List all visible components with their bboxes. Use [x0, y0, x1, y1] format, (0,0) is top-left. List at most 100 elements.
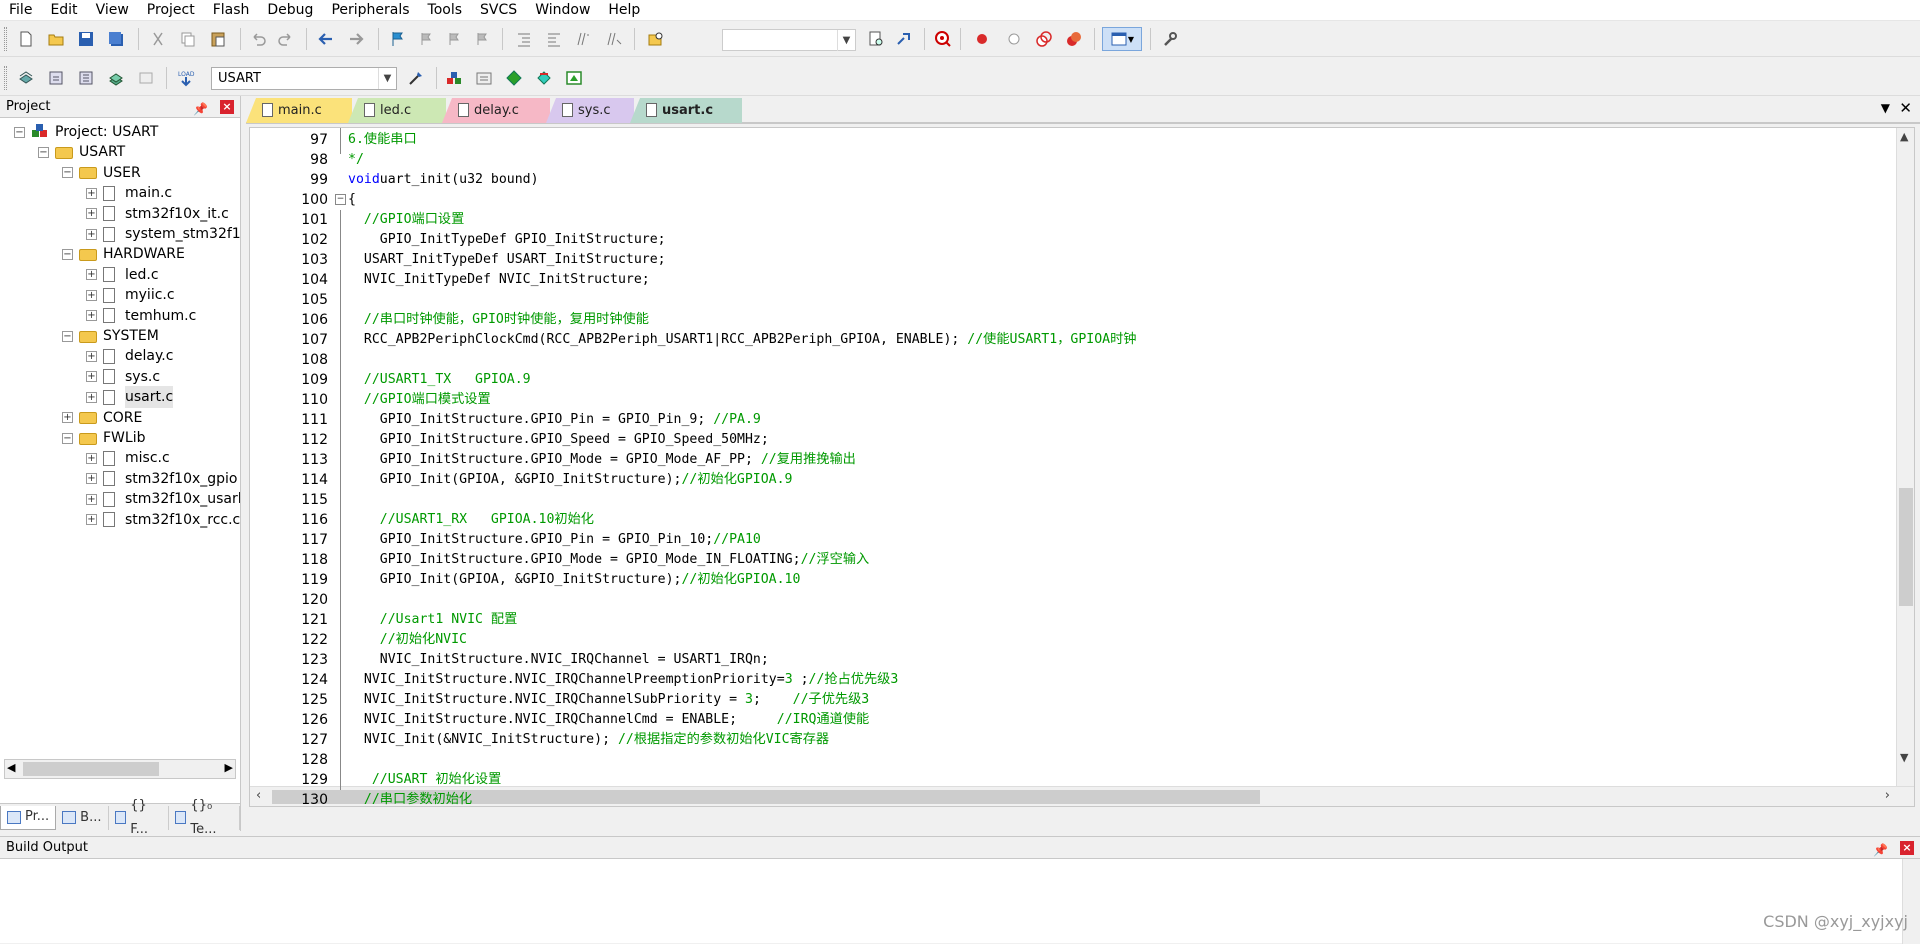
pin-icon[interactable]: 📌	[1873, 839, 1888, 861]
tree-folder[interactable]: − HARDWARE	[62, 243, 185, 265]
code-line[interactable]: GPIO_InitStructure.GPIO_Speed = GPIO_Spe…	[348, 430, 769, 450]
scrollbar-thumb[interactable]	[23, 762, 159, 776]
cut-icon[interactable]	[146, 27, 170, 51]
scroll-right-icon[interactable]: ▶	[225, 761, 233, 774]
tree-file[interactable]: + myiic.c	[86, 284, 175, 306]
debug-session-icon[interactable]	[931, 27, 955, 51]
editor-tab[interactable]: usart.c	[630, 98, 742, 123]
editor-tab[interactable]: delay.c	[442, 98, 550, 123]
code-line[interactable]: NVIC_InitStructure.NVIC_IRQChannelPreemp…	[348, 670, 898, 690]
code-line[interactable]: //USART 初始化设置	[348, 770, 501, 790]
expand-icon[interactable]: +	[86, 493, 97, 505]
stop-build-icon[interactable]	[134, 66, 158, 90]
expand-icon[interactable]: +	[86, 310, 97, 322]
select-packs-icon[interactable]	[502, 66, 526, 90]
toolbar-grip[interactable]	[4, 66, 7, 90]
code-line[interactable]: GPIO_InitStructure.GPIO_Pin = GPIO_Pin_9…	[348, 410, 761, 430]
find-combo[interactable]: ▼	[722, 29, 856, 51]
code-line[interactable]: */	[348, 150, 364, 170]
pin-icon[interactable]: 📌	[193, 98, 208, 120]
close-icon[interactable]: ×	[1900, 841, 1914, 855]
scroll-down-icon[interactable]: ▼	[1900, 751, 1908, 764]
target-select[interactable]: USART ▼	[211, 67, 397, 90]
paste-icon[interactable]	[206, 27, 230, 51]
expand-icon[interactable]: +	[86, 391, 97, 403]
menu-view[interactable]: View	[87, 0, 138, 21]
expand-icon[interactable]: +	[86, 269, 97, 281]
next-bookmark-icon[interactable]	[442, 27, 466, 51]
expand-icon[interactable]: +	[86, 208, 97, 220]
navigate-back-icon[interactable]	[314, 27, 338, 51]
code-editor[interactable]: ▲ ▼ ‹ › 97 6.使能串口 98 */99 voiduart_init(u32 …	[249, 127, 1915, 807]
code-line[interactable]: //串口时钟使能，GPIO时钟使能，复用时钟使能	[348, 310, 649, 330]
tree-file[interactable]: + misc.c	[86, 447, 170, 469]
new-file-icon[interactable]	[14, 27, 38, 51]
code-line[interactable]: voiduart_init(u32 bound)	[348, 170, 539, 190]
menu-flash[interactable]: Flash	[204, 0, 259, 21]
tree-file[interactable]: + stm32f10x_gpio	[86, 468, 238, 490]
bookmark-icon[interactable]	[386, 27, 410, 51]
tree-file[interactable]: + stm32f10x_usarl	[86, 488, 240, 510]
expand-icon[interactable]: +	[86, 228, 97, 240]
pack-manager-icon[interactable]	[562, 66, 586, 90]
code-line[interactable]: //串口参数初始化	[348, 790, 472, 806]
scroll-up-icon[interactable]: ▲	[1900, 130, 1908, 143]
code-line[interactable]: NVIC_InitStructure.NVIC_IRQChannelCmd = …	[348, 710, 869, 730]
collapse-icon[interactable]: −	[62, 330, 73, 342]
menu-project[interactable]: Project	[138, 0, 204, 21]
save-icon[interactable]	[74, 27, 98, 51]
code-line[interactable]: GPIO_Init(GPIOA, &GPIO_InitStructure);//…	[348, 470, 793, 490]
expand-icon[interactable]: +	[86, 350, 97, 362]
code-line[interactable]: //初始化NVIC	[348, 630, 467, 650]
menu-tools[interactable]: Tools	[419, 0, 472, 21]
collapse-icon[interactable]: −	[62, 167, 73, 179]
code-line[interactable]: NVIC_InitStructure.NVIC_IRQChannelSubPri…	[348, 690, 869, 710]
code-line[interactable]: NVIC_Init(&NVIC_InitStructure); //根据指定的参…	[348, 730, 829, 750]
clear-bookmarks-icon[interactable]	[470, 27, 494, 51]
tree-file[interactable]: + sys.c	[86, 366, 160, 388]
window-layout-button[interactable]: ▼	[1102, 27, 1142, 51]
code-line[interactable]: //USART1_RX GPIOA.10初始化	[348, 510, 594, 530]
copy-icon[interactable]	[176, 27, 200, 51]
code-line[interactable]: //Usart1 NVIC 配置	[348, 610, 518, 630]
collapse-icon[interactable]: −	[62, 248, 73, 260]
tree-folder[interactable]: − SYSTEM	[62, 325, 159, 347]
editor-tab[interactable]: sys.c	[546, 98, 634, 123]
code-line[interactable]: //GPIO端口模式设置	[348, 390, 491, 410]
scrollbar-thumb[interactable]	[1899, 488, 1913, 606]
code-line[interactable]: {	[348, 190, 356, 210]
code-line[interactable]: //USART1_TX GPIOA.9	[348, 370, 531, 390]
project-panel-tab[interactable]: {} F...	[109, 798, 169, 837]
indent-icon[interactable]	[512, 27, 536, 51]
scroll-right-icon[interactable]: ›	[1885, 788, 1890, 803]
menu-peripherals[interactable]: Peripherals	[322, 0, 418, 21]
code-line[interactable]: NVIC_InitStructure.NVIC_IRQChannel = USA…	[348, 650, 769, 670]
code-line[interactable]: GPIO_InitTypeDef GPIO_InitStructure;	[348, 230, 666, 250]
expand-icon[interactable]: +	[86, 452, 97, 464]
tree-file[interactable]: + main.c	[86, 182, 172, 204]
code-line[interactable]: GPIO_InitStructure.GPIO_Mode = GPIO_Mode…	[348, 450, 856, 470]
tree-folder[interactable]: − FWLib	[62, 427, 145, 449]
code-line[interactable]: GPIO_InitStructure.GPIO_Pin = GPIO_Pin_1…	[348, 530, 761, 550]
menu-edit[interactable]: Edit	[41, 0, 86, 21]
toolbar-grip[interactable]	[4, 27, 7, 51]
code-line[interactable]: RCC_APB2PeriphClockCmd(RCC_APB2Periph_US…	[348, 330, 1137, 350]
enable-breakpoint-icon[interactable]	[1002, 27, 1026, 51]
translate-icon[interactable]	[14, 66, 38, 90]
unindent-icon[interactable]	[542, 27, 566, 51]
tab-list-icon[interactable]: ▼	[1881, 101, 1890, 115]
batch-build-icon[interactable]	[104, 66, 128, 90]
tree-file[interactable]: + system_stm32f1	[86, 223, 240, 245]
comment-icon[interactable]	[572, 27, 596, 51]
expand-icon[interactable]: +	[86, 514, 97, 526]
tree-target[interactable]: − USART	[38, 141, 125, 163]
disable-breakpoints-icon[interactable]	[1032, 27, 1056, 51]
undo-icon[interactable]	[246, 27, 270, 51]
configure-icon[interactable]	[1158, 27, 1182, 51]
pack-installer-icon[interactable]	[472, 66, 496, 90]
close-icon[interactable]: ✕	[1899, 99, 1912, 117]
collapse-icon[interactable]: −	[14, 126, 25, 138]
code-line[interactable]: //GPIO端口设置	[348, 210, 464, 230]
expand-icon[interactable]: +	[86, 187, 97, 199]
menu-svcs[interactable]: SVCS	[471, 0, 526, 21]
